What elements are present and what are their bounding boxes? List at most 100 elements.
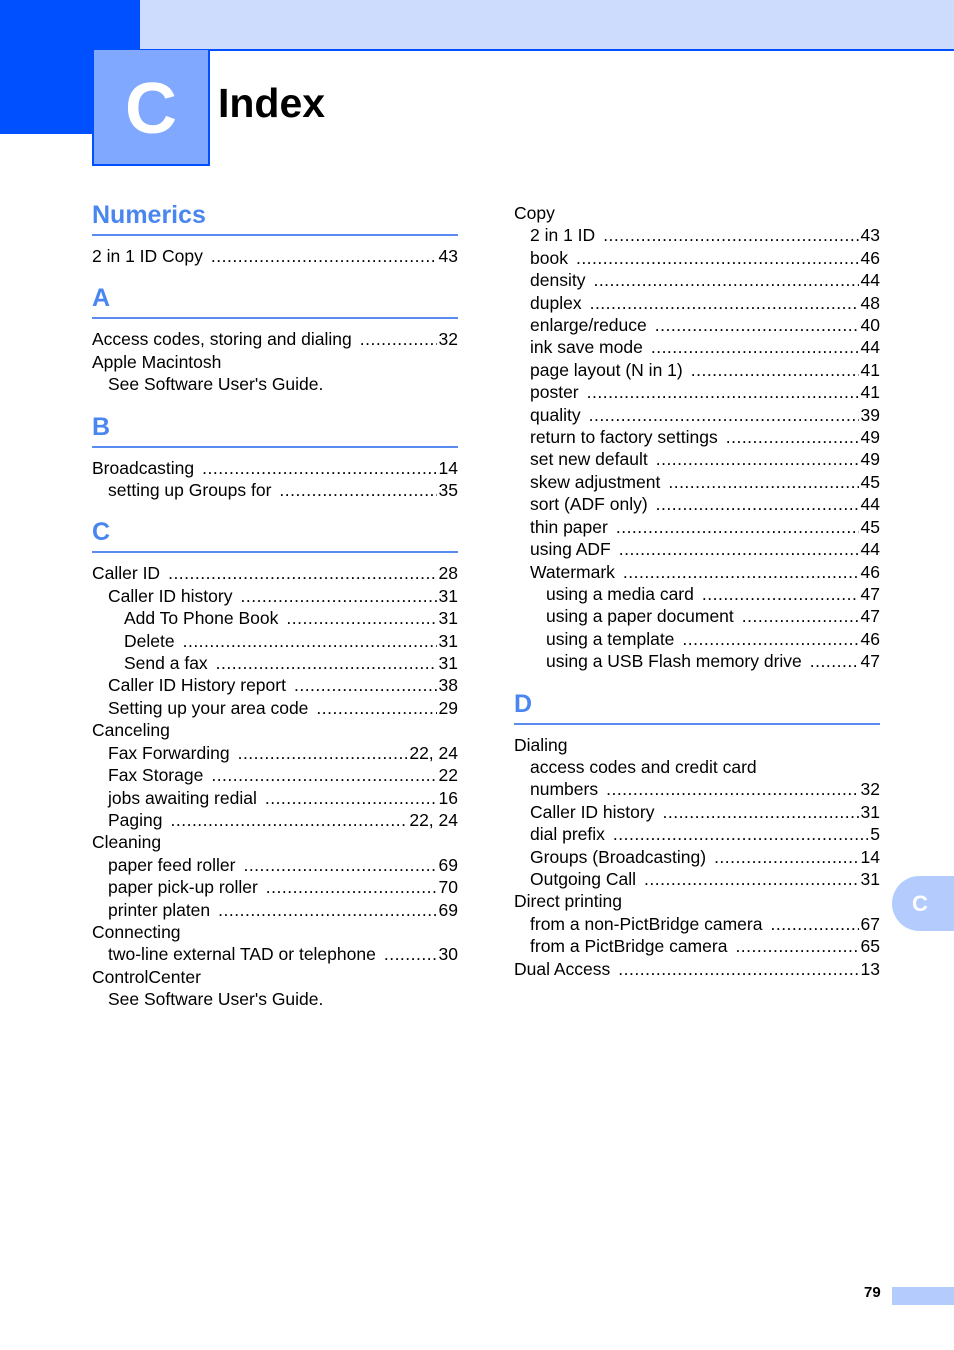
index-entry-page[interactable]: 46: [861, 628, 880, 650]
index-entry[interactable]: setting up Groups for 35: [92, 479, 458, 501]
index-entry-page[interactable]: 47: [861, 650, 880, 672]
index-entry[interactable]: Paging 22, 24: [92, 809, 458, 831]
index-entry-page[interactable]: 45: [861, 471, 880, 493]
index-entry[interactable]: enlarge/reduce 40: [514, 314, 880, 336]
index-entry[interactable]: Caller ID 28: [92, 562, 458, 584]
index-entry[interactable]: Fax Forwarding 22, 24: [92, 742, 458, 764]
index-entry-page[interactable]: 44: [861, 493, 880, 515]
index-entry-page[interactable]: 31: [439, 585, 458, 607]
index-entry[interactable]: 2 in 1 ID 43: [514, 224, 880, 246]
index-entry[interactable]: Watermark 46: [514, 561, 880, 583]
index-entry[interactable]: Setting up your area code 29: [92, 697, 458, 719]
index-entry-page[interactable]: 31: [439, 630, 458, 652]
index-entry[interactable]: skew adjustment 45: [514, 471, 880, 493]
index-entry-page[interactable]: 70: [439, 876, 458, 898]
index-entry-page[interactable]: 35: [439, 479, 458, 501]
index-entry[interactable]: ink save mode 44: [514, 336, 880, 358]
index-entry[interactable]: book 46: [514, 247, 880, 269]
index-entry-page[interactable]: 22, 24: [409, 809, 458, 831]
index-entry[interactable]: Caller ID History report 38: [92, 674, 458, 696]
index-entry[interactable]: using a paper document 47: [514, 605, 880, 627]
index-entry[interactable]: using a media card 47: [514, 583, 880, 605]
index-entry-page[interactable]: 31: [439, 607, 458, 629]
index-entry[interactable]: Delete 31: [92, 630, 458, 652]
index-entry-page[interactable]: 31: [861, 868, 880, 890]
index-entry-page[interactable]: 22: [439, 764, 458, 786]
index-entry[interactable]: using a USB Flash memory drive 47: [514, 650, 880, 672]
index-entry[interactable]: Add To Phone Book 31: [92, 607, 458, 629]
index-entry[interactable]: Outgoing Call 31: [514, 868, 880, 890]
chapter-side-tab[interactable]: C: [892, 876, 954, 931]
dot-leader: [590, 292, 859, 314]
index-entry[interactable]: paper pick-up roller 70: [92, 876, 458, 898]
index-entry[interactable]: from a non-PictBridge camera 67: [514, 913, 880, 935]
index-entry-page[interactable]: 43: [439, 245, 458, 267]
index-entry-page[interactable]: 41: [861, 359, 880, 381]
index-entry[interactable]: poster 41: [514, 381, 880, 403]
index-entry-page[interactable]: 38: [439, 674, 458, 696]
index-entry-page[interactable]: 30: [439, 943, 458, 965]
index-entry[interactable]: quality 39: [514, 404, 880, 426]
index-entry-page[interactable]: 29: [439, 697, 458, 719]
index-entry-page[interactable]: 69: [439, 899, 458, 921]
index-entry-page[interactable]: 14: [439, 457, 458, 479]
index-entry-page[interactable]: 31: [861, 801, 880, 823]
index-entry-label: Fax Storage: [108, 765, 204, 786]
index-entry-page[interactable]: 49: [861, 426, 880, 448]
index-entry-page[interactable]: 69: [439, 854, 458, 876]
index-entry[interactable]: dial prefix 5: [514, 823, 880, 845]
index-entry-page[interactable]: 13: [861, 958, 880, 980]
dot-leader: [316, 697, 436, 719]
index-entry-page[interactable]: 47: [861, 583, 880, 605]
index-entry[interactable]: density 44: [514, 269, 880, 291]
index-entry-page[interactable]: 47: [861, 605, 880, 627]
index-entry[interactable]: Send a fax 31: [92, 652, 458, 674]
index-entry-page[interactable]: 14: [861, 846, 880, 868]
index-entry[interactable]: Caller ID history 31: [92, 585, 458, 607]
index-entry[interactable]: paper feed roller 69: [92, 854, 458, 876]
index-entry[interactable]: Broadcasting 14: [92, 457, 458, 479]
index-entry-page[interactable]: 65: [861, 935, 880, 957]
index-entry[interactable]: from a PictBridge camera 65: [514, 935, 880, 957]
index-entry-page[interactable]: 16: [439, 787, 458, 809]
index-entry[interactable]: Fax Storage 22: [92, 764, 458, 786]
index-entry[interactable]: sort (ADF only) 44: [514, 493, 880, 515]
index-entry[interactable]: duplex 48: [514, 292, 880, 314]
index-entry-page[interactable]: 45: [861, 516, 880, 538]
index-entry[interactable]: Caller ID history 31: [514, 801, 880, 823]
index-entry-page[interactable]: 40: [861, 314, 880, 336]
index-entry-page[interactable]: 46: [861, 247, 880, 269]
index-entry-page[interactable]: 43: [861, 224, 880, 246]
index-entry-page[interactable]: 22, 24: [409, 742, 458, 764]
index-entry-page[interactable]: 44: [861, 538, 880, 560]
dot-leader: [662, 801, 858, 823]
index-entry[interactable]: numbers 32: [514, 778, 880, 800]
index-entry[interactable]: return to factory settings 49: [514, 426, 880, 448]
index-entry-page[interactable]: 39: [861, 404, 880, 426]
index-entry-page[interactable]: 32: [439, 328, 458, 350]
index-entry[interactable]: Groups (Broadcasting) 14: [514, 846, 880, 868]
footer-bar: [892, 1287, 954, 1305]
index-entry[interactable]: using a template 46: [514, 628, 880, 650]
index-entry[interactable]: jobs awaiting redial 16: [92, 787, 458, 809]
index-entry-page[interactable]: 67: [861, 913, 880, 935]
index-entry-page[interactable]: 31: [439, 652, 458, 674]
index-entry[interactable]: set new default 49: [514, 448, 880, 470]
index-entry[interactable]: thin paper 45: [514, 516, 880, 538]
index-entry[interactable]: page layout (N in 1) 41: [514, 359, 880, 381]
index-entry[interactable]: 2 in 1 ID Copy 43: [92, 245, 458, 267]
index-entry-page[interactable]: 48: [861, 292, 880, 314]
index-entry-page[interactable]: 32: [861, 778, 880, 800]
index-entry-page[interactable]: 41: [861, 381, 880, 403]
index-entry-page[interactable]: 28: [439, 562, 458, 584]
index-entry[interactable]: Dual Access 13: [514, 958, 880, 980]
index-entry[interactable]: two-line external TAD or telephone 30: [92, 943, 458, 965]
index-entry-page[interactable]: 5: [870, 823, 880, 845]
index-entry-page[interactable]: 44: [861, 336, 880, 358]
index-entry[interactable]: Access codes, storing and dialing 32: [92, 328, 458, 350]
index-entry-page[interactable]: 49: [861, 448, 880, 470]
index-entry[interactable]: printer platen 69: [92, 899, 458, 921]
index-entry-page[interactable]: 46: [861, 561, 880, 583]
index-entry-page[interactable]: 44: [861, 269, 880, 291]
index-entry[interactable]: using ADF 44: [514, 538, 880, 560]
